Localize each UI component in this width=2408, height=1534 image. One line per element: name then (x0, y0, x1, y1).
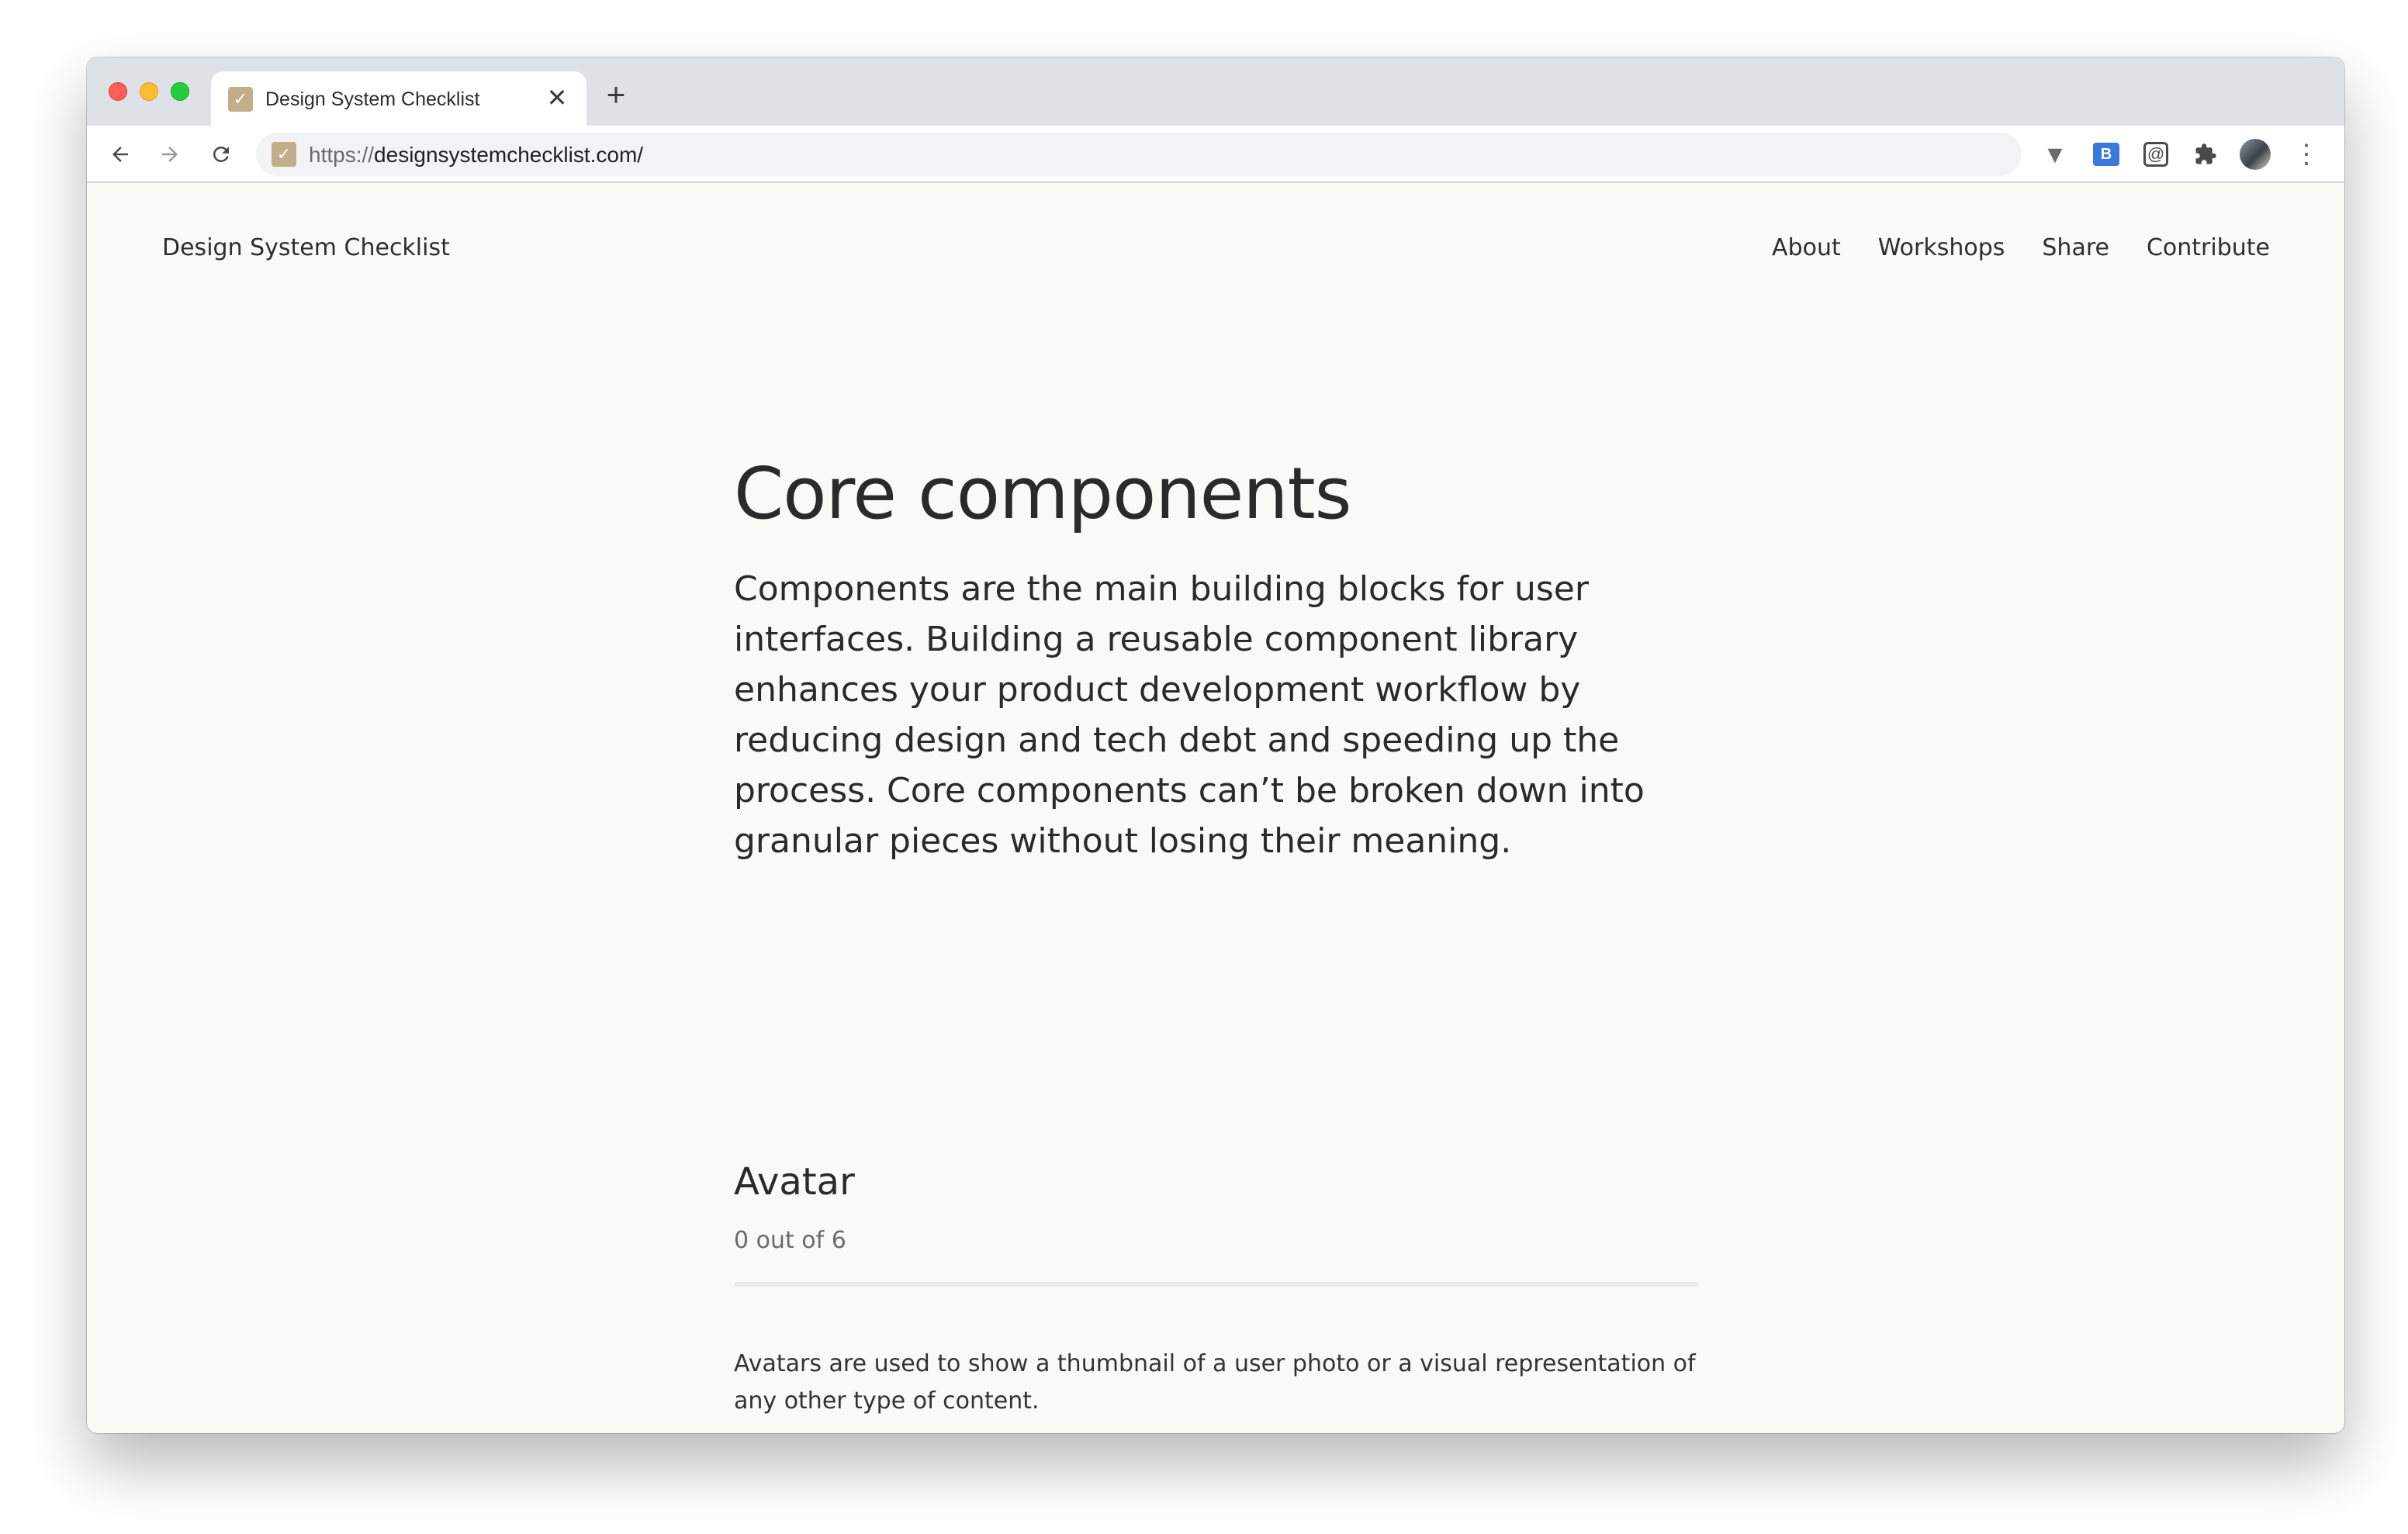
section-title: Avatar (734, 1160, 855, 1204)
forward-arrow-icon[interactable] (150, 135, 189, 174)
reload-icon[interactable] (202, 135, 240, 174)
minimize-window-button[interactable] (140, 82, 158, 101)
tab-strip: ✓ Design System Checklist ✕ + (87, 57, 2344, 126)
progress-bar (734, 1282, 1699, 1287)
tab-close-icon[interactable]: ✕ (541, 82, 573, 113)
nav-link-about[interactable]: About (1772, 234, 1841, 261)
browser-toolbar: ✓ https://designsystemchecklist.com/ ▼ B… (87, 126, 2344, 183)
puzzle-icon[interactable] (2188, 136, 2223, 172)
nav-link-share[interactable]: Share (2042, 234, 2109, 261)
nav-link-workshops[interactable]: Workshops (1878, 234, 2005, 261)
url-scheme: https:// (309, 143, 375, 167)
tab-title: Design System Checklist (265, 88, 480, 110)
back-arrow-icon[interactable] (101, 135, 140, 174)
intro: Core components Components are the main … (734, 454, 1713, 866)
check-icon: ✓ (228, 87, 253, 112)
site-nav: About Workshops Share Contribute (1772, 234, 2270, 261)
lead-paragraph: Components are the main building blocks … (734, 569, 1645, 862)
kebab-menu-icon[interactable]: ⋮ (2289, 136, 2324, 172)
new-tab-button[interactable]: + (599, 76, 633, 112)
nav-link-contribute[interactable]: Contribute (2147, 234, 2270, 261)
page-title: Core components (734, 452, 1352, 535)
address-bar[interactable]: ✓ https://designsystemchecklist.com/ (256, 133, 2022, 176)
profile-avatar[interactable] (2237, 136, 2273, 172)
vimeo-icon[interactable]: ▼ (2037, 136, 2073, 172)
tab-design-system-checklist[interactable]: ✓ Design System Checklist ✕ (211, 71, 586, 126)
avatar-section: Avatar 0 out of 6 Avatars are used to sh… (734, 1160, 1699, 1420)
site-title[interactable]: Design System Checklist (162, 234, 450, 261)
progress-count: 0 out of 6 (734, 1227, 846, 1254)
url-text[interactable]: https://designsystemchecklist.com/ (309, 143, 643, 168)
close-window-button[interactable] (109, 82, 127, 101)
check-icon: ✓ (272, 142, 296, 167)
web-page: Design System Checklist About Workshops … (87, 183, 2344, 1433)
at-extension-icon[interactable]: @ (2138, 136, 2174, 172)
section-description: Avatars are used to show a thumbnail of … (734, 1350, 1696, 1415)
zoom-window-button[interactable] (171, 82, 189, 101)
url-host-path: designsystemchecklist.com/ (374, 143, 644, 167)
browser-window: ✓ Design System Checklist ✕ + ✓ https://… (87, 57, 2344, 1433)
bi-extension-icon[interactable]: B (2088, 136, 2124, 172)
